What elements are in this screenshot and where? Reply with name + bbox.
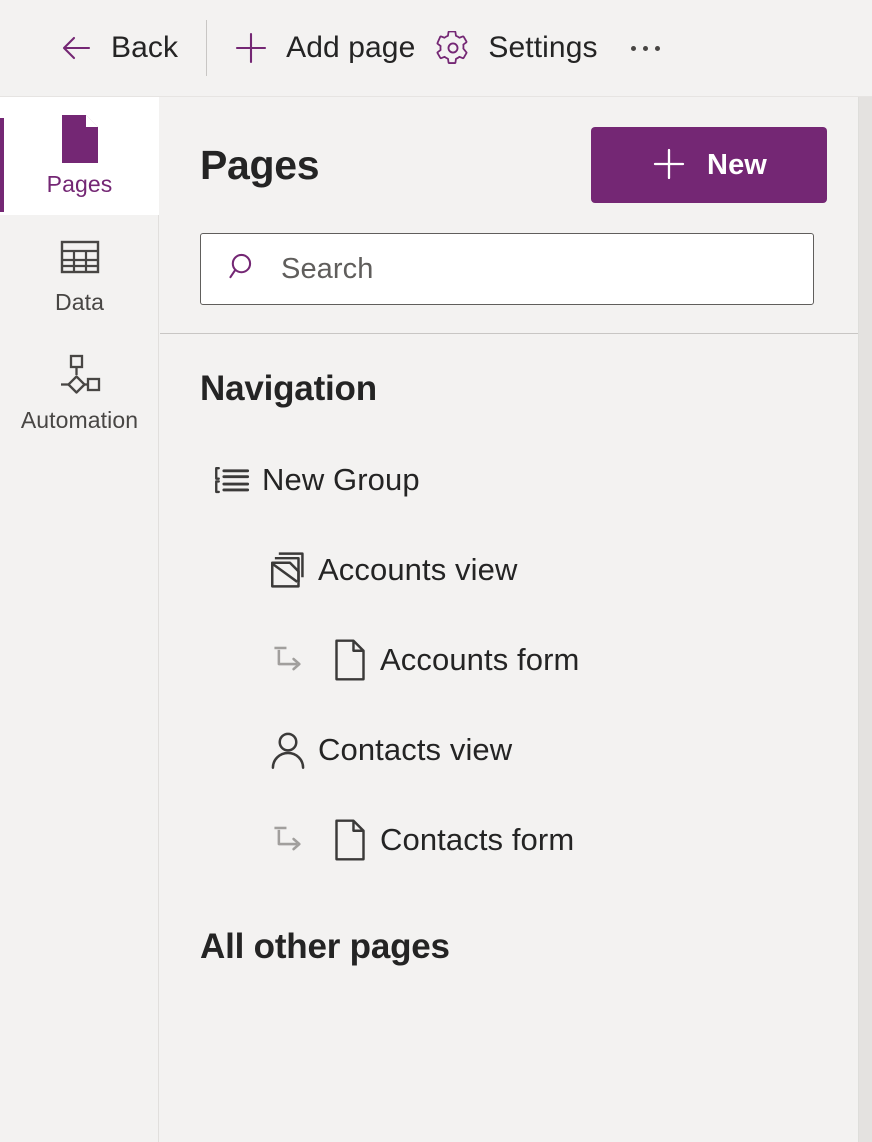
new-page-label: New — [707, 148, 767, 181]
settings-label: Settings — [488, 31, 598, 64]
back-arrow-icon — [58, 30, 94, 66]
tree-label: Accounts view — [318, 552, 518, 587]
all-other-pages-title: All other pages — [200, 927, 450, 966]
search-icon — [227, 250, 261, 289]
tree-item-contacts-view[interactable]: Contacts view — [200, 705, 818, 795]
plus-icon — [233, 30, 269, 66]
gear-icon — [435, 30, 471, 66]
flow-icon — [57, 352, 103, 398]
navigation-section: Navigation New Group Accounts view Accou… — [160, 334, 858, 885]
tree-item-new-group[interactable]: New Group — [200, 435, 818, 525]
plus-icon — [651, 146, 687, 185]
all-other-pages-section: All other pages — [160, 885, 858, 1007]
tree-label: New Group — [262, 462, 420, 497]
add-page-label: Add page — [286, 31, 416, 64]
pages-panel: Pages New Search Navigation New Group Ac… — [160, 97, 859, 1142]
command-bar: Back Add page Settings — [0, 0, 872, 97]
settings-button[interactable]: Settings — [425, 20, 607, 76]
group-list-icon — [202, 460, 262, 500]
tree-item-contacts-form[interactable]: Contacts form — [200, 795, 818, 885]
tree-item-accounts-form[interactable]: Accounts form — [200, 615, 818, 705]
search-container — [160, 233, 858, 305]
more-commands-button[interactable] — [618, 20, 674, 76]
panel-header: Pages New — [160, 97, 858, 233]
rail-item-automation[interactable]: Automation — [0, 333, 159, 451]
tree-item-accounts-view[interactable]: Accounts view — [200, 525, 818, 615]
child-arrow-icon — [258, 643, 320, 677]
rail-item-data[interactable]: Data — [0, 215, 159, 333]
page-outline-icon — [320, 818, 380, 862]
back-button[interactable]: Back — [48, 20, 188, 76]
page-icon — [58, 115, 102, 163]
page-title: Pages — [200, 141, 320, 188]
back-label: Back — [111, 31, 179, 64]
panel-right-edge — [859, 97, 872, 1142]
command-bar-divider — [206, 20, 208, 76]
rail-label-data: Data — [55, 289, 104, 315]
app-root: Back Add page Settings Pages Data Automa… — [0, 0, 872, 1142]
person-icon — [258, 729, 318, 771]
rail-label-pages: Pages — [46, 171, 113, 197]
left-rail: Pages Data Automation — [0, 97, 159, 1142]
tree-label: Contacts view — [318, 732, 513, 767]
rail-item-pages[interactable]: Pages — [0, 97, 159, 215]
rail-label-automation: Automation — [20, 407, 139, 433]
ellipsis-icon — [631, 45, 661, 51]
search-input[interactable] — [281, 252, 795, 286]
navigation-section-title: Navigation — [200, 369, 377, 408]
add-page-button[interactable]: Add page — [223, 20, 425, 76]
search-box[interactable] — [200, 233, 814, 305]
table-icon — [58, 234, 102, 280]
navigation-tree: New Group Accounts view Accounts form Co… — [200, 435, 818, 885]
view-stack-icon — [258, 549, 318, 591]
page-outline-icon — [320, 638, 380, 682]
tree-label: Accounts form — [380, 642, 580, 677]
child-arrow-icon — [258, 823, 320, 857]
tree-label: Contacts form — [380, 822, 575, 857]
new-page-button[interactable]: New — [591, 127, 827, 203]
